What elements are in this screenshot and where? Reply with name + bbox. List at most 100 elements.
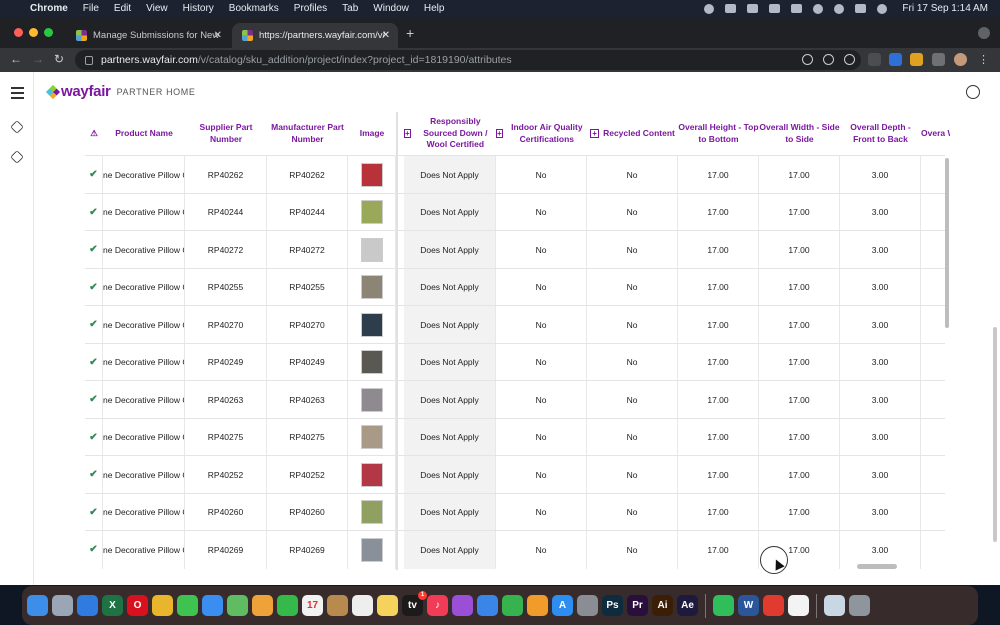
close-tab-icon[interactable]: ✕ [382,30,390,41]
whatsapp-app-icon[interactable] [713,595,734,616]
pillow-thumbnail[interactable] [360,312,383,337]
table-row[interactable]: ✔ ne Decorative Pillow C RP40275 RP40275 Doe… [85,417,945,456]
page-scrollbar[interactable] [993,327,997,542]
pillow-thumbnail[interactable] [360,350,383,375]
hamburger-menu-icon[interactable] [11,87,24,102]
crop-extension-icon[interactable] [910,53,923,66]
launchpad-app-icon[interactable] [52,595,73,616]
cell-height[interactable]: 17.00 [678,156,759,194]
textedit-app-icon[interactable] [788,595,809,616]
cell-recycled[interactable]: No [587,231,678,269]
cell-depth[interactable]: 3.00 [840,306,921,344]
more-menu-icon[interactable]: ⋮ [978,53,991,66]
address-bar[interactable]: partners.wayfair.com/v/catalog/sku_addit… [75,50,861,70]
notes-app-icon[interactable] [377,595,398,616]
keynote-app-icon[interactable] [477,595,498,616]
pen-extension-icon[interactable] [868,53,881,66]
table-row[interactable]: ✔ ne Decorative Pillow C RP40263 RP40263 Doe… [85,380,945,419]
cell-width[interactable]: 17.00 [759,493,840,531]
tab-partners-wayfair[interactable]: https://partners.wayfair.com/v/ ✕ [232,23,398,48]
maps-app-icon[interactable] [227,595,248,616]
anydesk-app-icon[interactable] [763,595,784,616]
premiere-app-icon[interactable]: Pr [627,595,648,616]
back-arrow-icon[interactable]: ← [10,52,22,66]
header-responsibly-sourced[interactable]: + Responsibly Sourced Down / Wool Certifi… [404,112,496,155]
cell-air[interactable]: No [496,493,587,531]
header-height[interactable]: Overall Height - Top to Bottom [678,112,759,155]
cell-height[interactable]: 17.00 [678,493,759,531]
table-row[interactable]: ✔ ne Decorative Pillow C RP40255 RP40255 Doe… [85,267,945,306]
cell-width[interactable]: 17.00 [759,231,840,269]
cell-resp[interactable]: Does Not Apply [404,268,496,306]
photos-app-icon[interactable] [252,595,273,616]
cell-depth[interactable]: 3.00 [840,456,921,494]
cell-recycled[interactable]: No [587,381,678,419]
menubar-clock[interactable]: Fri 17 Sep 1:14 AM [902,3,988,14]
cell-height[interactable]: 17.00 [678,343,759,381]
cell-air[interactable]: No [496,381,587,419]
spotlight-icon[interactable] [834,3,845,14]
opera-app-icon[interactable]: O [127,595,148,616]
cell-height[interactable]: 17.00 [678,193,759,231]
pillow-thumbnail[interactable] [360,462,383,487]
pages-app-icon[interactable] [527,595,548,616]
cell-width[interactable]: 17.00 [759,268,840,306]
table-row[interactable]: ✔ ne Decorative Pillow C RP40270 RP40270 Doe… [85,305,945,344]
cell-resp[interactable]: Does Not Apply [404,493,496,531]
cell-air[interactable]: No [496,343,587,381]
word-app-icon[interactable]: W [738,595,759,616]
cell-depth[interactable]: 3.00 [840,531,921,569]
cell-height[interactable]: 17.00 [678,381,759,419]
minimize-window-icon[interactable] [29,28,38,37]
menu-view[interactable]: View [146,3,168,14]
system-preferences-app-icon[interactable] [577,595,598,616]
app-store-app-icon[interactable]: A [552,595,573,616]
cell-depth[interactable]: 3.00 [840,343,921,381]
cell-resp[interactable]: Does Not Apply [404,343,496,381]
table-row[interactable]: ✔ ne Decorative Pillow C RP40269 RP40269 Doe… [85,530,945,569]
cell-resp[interactable]: Does Not Apply [404,193,496,231]
forward-arrow-icon[interactable]: → [32,52,44,66]
cell-resp[interactable]: Does Not Apply [404,531,496,569]
keyboard-icon[interactable] [747,4,759,13]
cell-recycled[interactable]: No [587,343,678,381]
table-row[interactable]: ✔ ne Decorative Pillow C RP40260 RP40260 Doe… [85,492,945,531]
cell-height[interactable]: 17.00 [678,418,759,456]
search-icon[interactable] [802,54,813,65]
facetime-app-icon[interactable] [277,595,298,616]
battery-icon[interactable] [791,4,803,13]
menu-app-name[interactable]: Chrome [30,3,68,14]
screen-icon[interactable] [725,4,737,13]
pillow-thumbnail[interactable] [360,537,383,562]
table-row[interactable]: ✔ ne Decorative Pillow C RP40272 RP40272 Doe… [85,230,945,269]
cell-air[interactable]: No [496,231,587,269]
cell-depth[interactable]: 3.00 [840,381,921,419]
cell-resp[interactable]: Does Not Apply [404,306,496,344]
table-row[interactable]: ✔ ne Decorative Pillow C RP40262 RP40262 Doe… [85,155,945,194]
cell-resp[interactable]: Does Not Apply [404,156,496,194]
table-row[interactable]: ✔ ne Decorative Pillow C RP40252 RP40252 Doe… [85,455,945,494]
cell-width[interactable]: 17.00 [759,306,840,344]
puzzle-extension-icon[interactable] [932,53,945,66]
catalog-cube-icon-2[interactable] [10,150,24,164]
cell-height[interactable]: 17.00 [678,456,759,494]
cell-air[interactable]: No [496,418,587,456]
menu-profiles[interactable]: Profiles [294,3,327,14]
after-effects-app-icon[interactable]: Ae [677,595,698,616]
cell-resp[interactable]: Does Not Apply [404,381,496,419]
siri-icon[interactable] [877,3,888,14]
pillow-thumbnail[interactable] [360,387,383,412]
header-manufacturer-part[interactable]: Manufacturer Part Number [267,112,348,155]
cell-air[interactable]: No [496,306,587,344]
expand-plus-icon[interactable]: + [496,129,503,138]
pillow-thumbnail[interactable] [360,500,383,525]
record-icon[interactable] [704,3,715,14]
menu-file[interactable]: File [83,3,99,14]
notes-brown-app-icon[interactable] [327,595,348,616]
header-recycled[interactable]: + Recycled Content [587,112,678,155]
close-tab-icon[interactable]: ✕ [214,30,222,41]
cell-depth[interactable]: 3.00 [840,156,921,194]
cell-air[interactable]: No [496,531,587,569]
cell-width[interactable]: 17.00 [759,418,840,456]
cell-air[interactable]: No [496,268,587,306]
